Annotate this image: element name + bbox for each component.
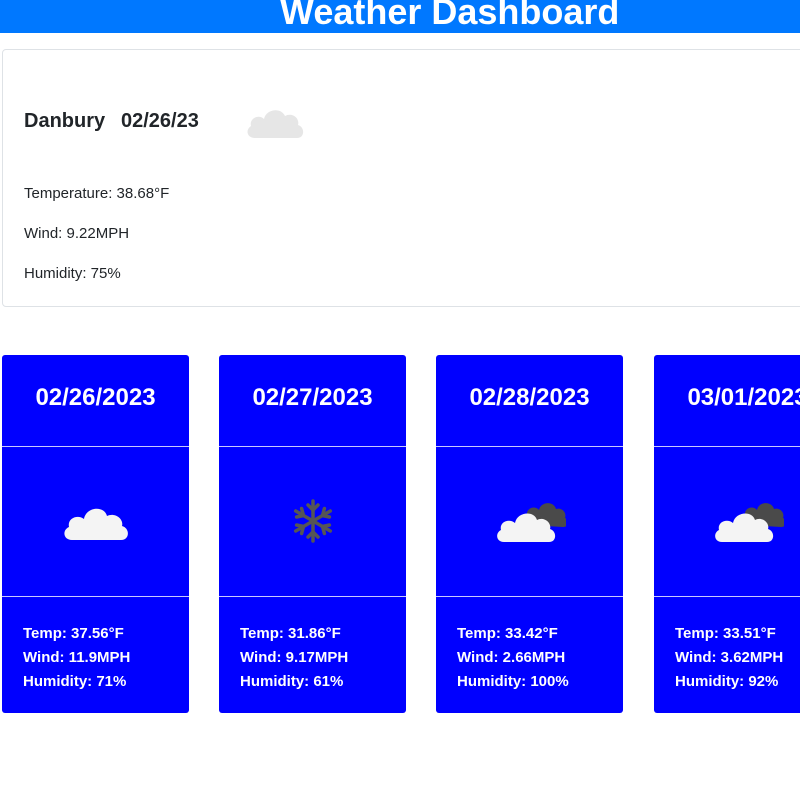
forecast-humidity: Humidity: 71% [23,673,127,690]
card-divider [436,446,623,447]
overcast-clouds-icon [497,503,566,542]
card-divider [654,596,800,597]
forecast-humidity: Humidity: 100% [457,673,569,690]
forecast-card: 03/01/2023 Temp: 33.51°F Wind: 3.62MPH H… [654,355,800,713]
current-temperature: Temperature: 38.68°F [24,185,170,202]
card-divider [219,446,406,447]
overcast-clouds-icon [715,503,784,542]
current-weather-card: Danbury 02/26/23 Temperature: 38.68°F Wi… [2,49,800,307]
forecast-temp: Temp: 37.56°F [23,625,124,642]
current-wind: Wind: 9.22MPH [24,225,130,242]
page-title: Weather Dashboard [280,0,620,32]
forecast-wind: Wind: 3.62MPH [675,649,784,666]
forecast-humidity: Humidity: 92% [675,673,779,690]
current-date: 02/26/23 [121,110,199,132]
forecast-temp: Temp: 33.42°F [457,625,558,642]
forecast-wind: Wind: 9.17MPH [240,649,349,666]
forecast-humidity: Humidity: 61% [240,673,344,690]
forecast-card: 02/28/2023 Temp: 33.42°F Wind: 2.66MPH H… [436,355,623,713]
card-divider [654,446,800,447]
cloud-icon [64,508,128,540]
card-divider [219,596,406,597]
forecast-date: 02/28/2023 [469,384,590,411]
forecast-date: 02/27/2023 [252,384,373,411]
forecast-card: 02/26/2023 Temp: 37.56°F Wind: 11.9MPH H… [2,355,189,713]
forecast-wind: Wind: 11.9MPH [23,649,131,666]
header-bar: Weather Dashboard [0,0,800,33]
cloud-icon [247,110,304,138]
forecast-card: 02/27/2023 Temp: 31.86°F Wind: 9.17MPH H… [219,355,406,713]
forecast-wind: Wind: 2.66MPH [457,649,566,666]
current-humidity: Humidity: 75% [24,265,121,282]
forecast-temp: Temp: 31.86°F [240,625,341,642]
forecast-temp: Temp: 33.51°F [675,625,776,642]
card-divider [2,596,189,597]
snowflake-icon [293,499,333,543]
forecast-date: 02/26/2023 [35,384,156,411]
card-divider [2,446,189,447]
current-city: Danbury [24,110,106,132]
card-divider [436,596,623,597]
forecast-date: 03/01/2023 [687,384,800,411]
